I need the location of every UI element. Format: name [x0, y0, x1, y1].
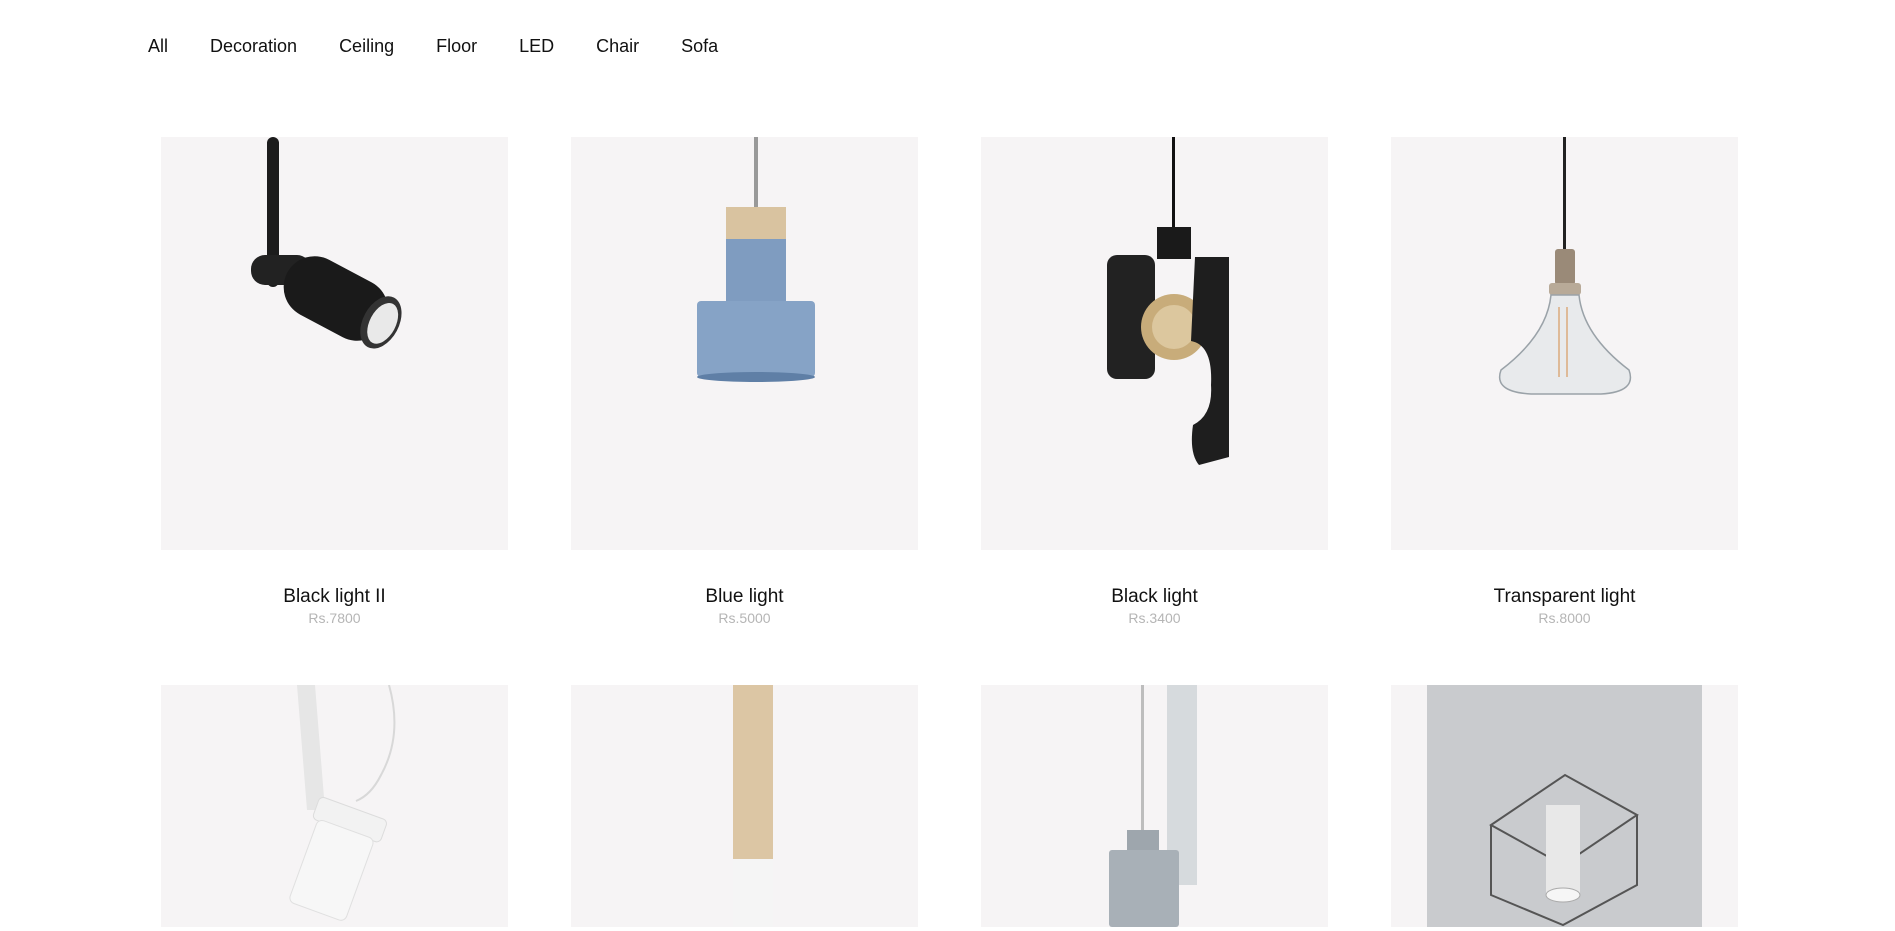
product-card[interactable]: Transparent light Rs.8000	[1391, 137, 1738, 685]
cube-ceiling-lamp-image[interactable]	[1391, 685, 1738, 927]
filter-decoration[interactable]: Decoration	[210, 34, 297, 58]
product-price: Rs.7800	[308, 610, 361, 626]
product-card[interactable]	[981, 685, 1328, 927]
wood-pendant-lamp-image[interactable]	[571, 685, 918, 927]
product-card[interactable]	[571, 685, 918, 927]
blue-pendant-lamp-image[interactable]	[571, 137, 918, 550]
product-card[interactable]: Blue light Rs.5000	[571, 137, 918, 685]
product-info: Black light II Rs.7800	[161, 550, 508, 685]
filter-sofa[interactable]: Sofa	[681, 34, 718, 58]
black-spot-lamp-image[interactable]	[161, 137, 508, 550]
filter-chair[interactable]: Chair	[596, 34, 639, 58]
filter-ceiling[interactable]: Ceiling	[339, 34, 394, 58]
product-price: Rs.5000	[718, 610, 771, 626]
gray-pendant-lamp-image[interactable]	[981, 685, 1328, 927]
product-card[interactable]: Black light Rs.3400	[981, 137, 1328, 685]
product-card[interactable]	[161, 685, 508, 927]
product-name[interactable]: Blue light	[571, 586, 918, 608]
white-pendant-lamp-image[interactable]	[161, 685, 508, 927]
product-info: Transparent light Rs.8000	[1391, 550, 1738, 685]
filter-floor[interactable]: Floor	[436, 34, 477, 58]
product-grid: Black light II Rs.7800 Blue light Rs.500…	[161, 137, 1738, 927]
product-info: Black light Rs.3400	[981, 550, 1328, 685]
product-card[interactable]	[1391, 685, 1738, 927]
filter-led[interactable]: LED	[519, 34, 554, 58]
product-info: Blue light Rs.5000	[571, 550, 918, 685]
product-name[interactable]: Black light II	[161, 586, 508, 608]
product-price: Rs.8000	[1538, 610, 1591, 626]
black-bulb-pendant-image[interactable]	[981, 137, 1328, 550]
filter-all[interactable]: All	[148, 34, 168, 58]
product-name[interactable]: Transparent light	[1391, 586, 1738, 608]
product-name[interactable]: Black light	[981, 586, 1328, 608]
product-card[interactable]: Black light II Rs.7800	[161, 137, 508, 685]
product-price: Rs.3400	[1128, 610, 1181, 626]
glass-pendant-lamp-image[interactable]	[1391, 137, 1738, 550]
category-filter-bar: All Decoration Ceiling Floor LED Chair S…	[148, 34, 760, 58]
